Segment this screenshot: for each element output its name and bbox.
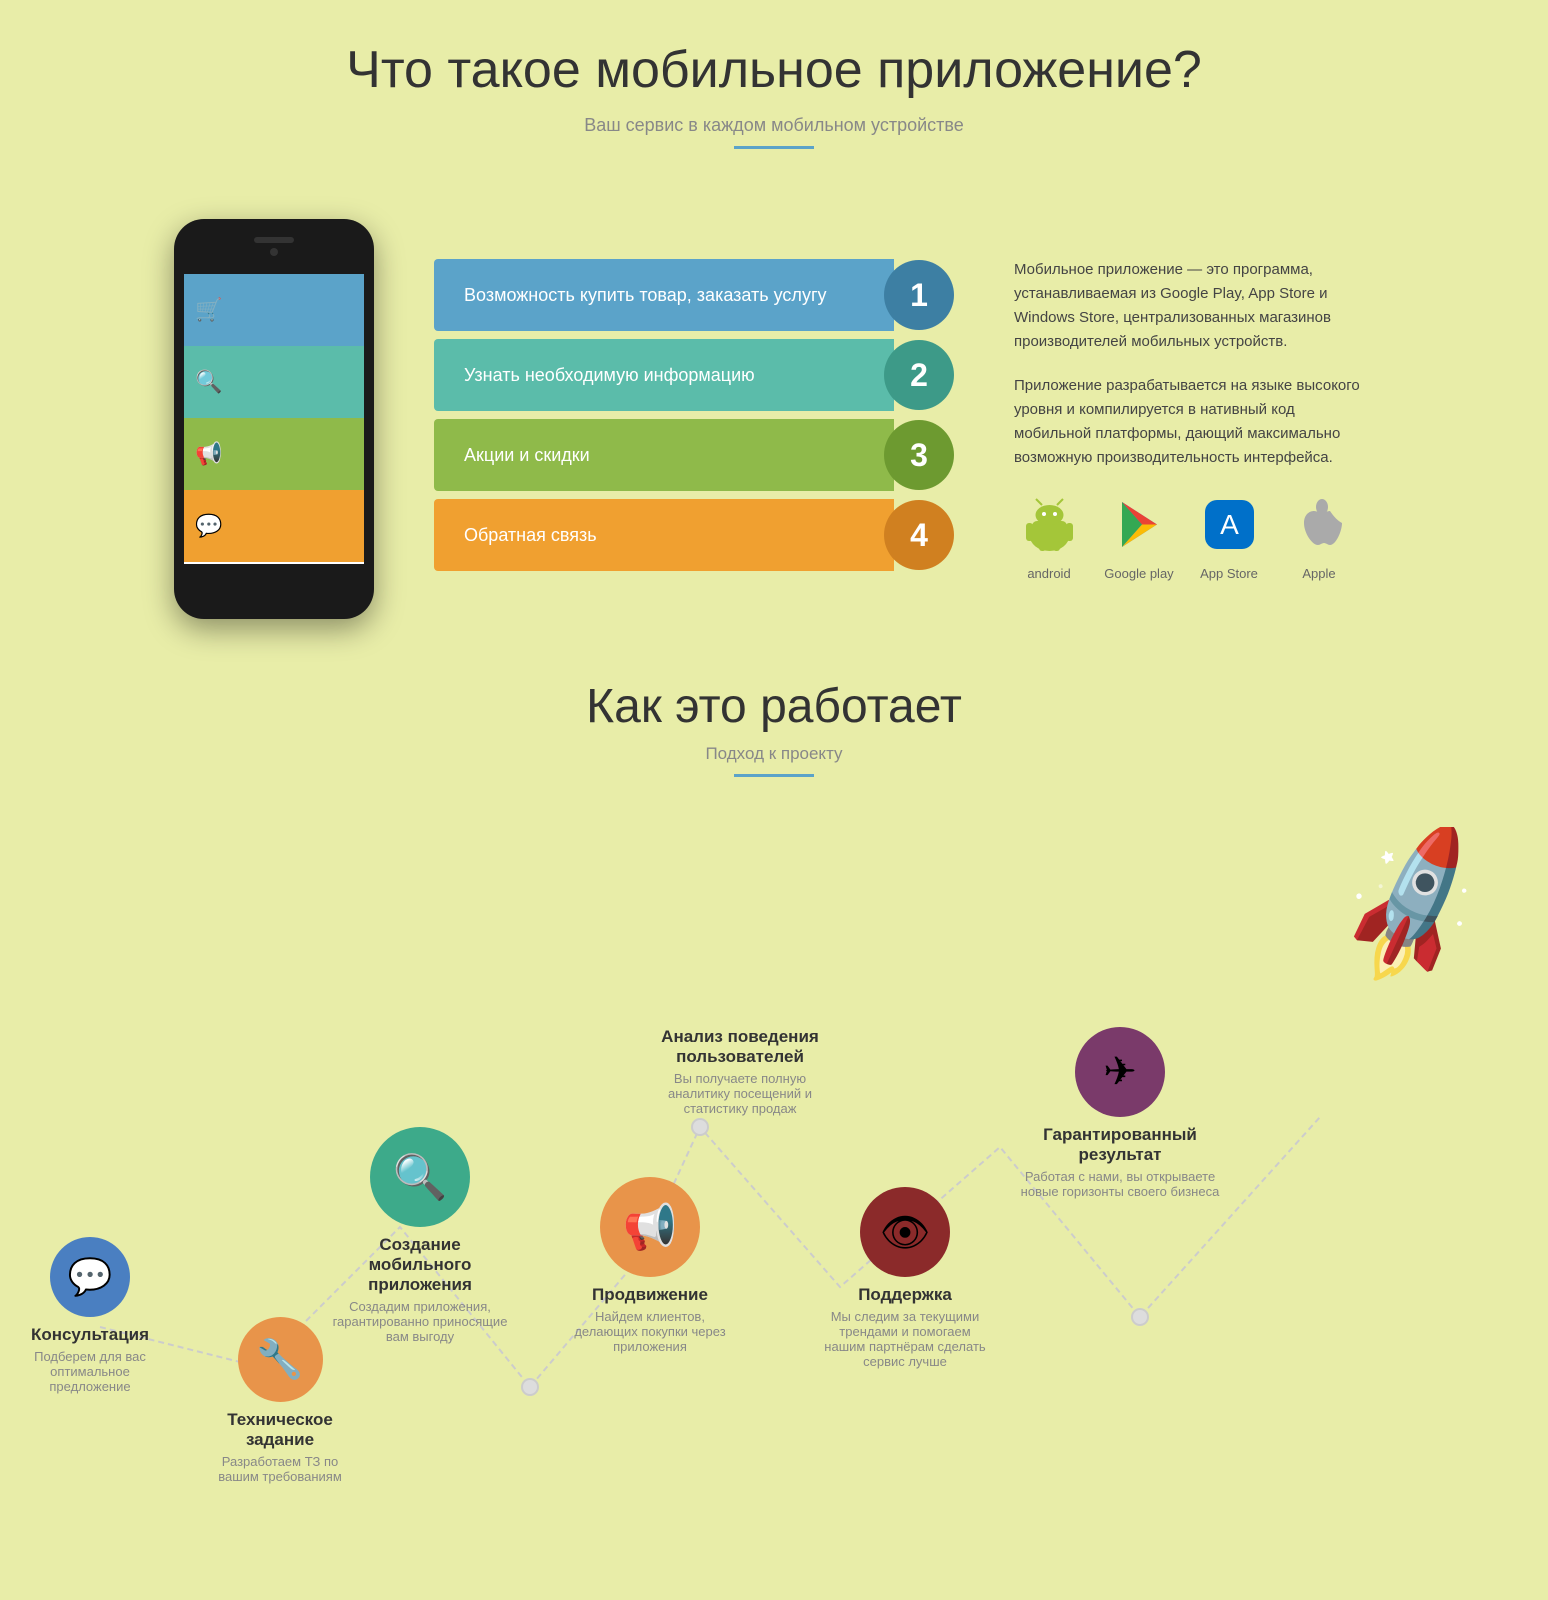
feature-row-1: Возможность купить товар, заказать услуг… bbox=[434, 259, 954, 331]
features-list: Возможность купить товар, заказать услуг… bbox=[434, 259, 954, 579]
sozdanie-circle: 🔍 bbox=[370, 1127, 470, 1227]
garantiya-desc: Работая с нами, вы открываете новые гори… bbox=[1020, 1169, 1220, 1199]
subtitle: Ваш сервис в каждом мобильном устройстве bbox=[20, 115, 1528, 136]
sozdanie-title: Создание мобильного приложения bbox=[330, 1235, 510, 1295]
feature-row-3: Акции и скидки 3 bbox=[434, 419, 954, 491]
podderzhka-desc: Мы следим за текущими трендами и помогае… bbox=[820, 1309, 990, 1369]
konsultaciya-desc: Подберем для вас оптимальное предложение bbox=[20, 1349, 160, 1394]
store-apple: Apple bbox=[1284, 490, 1354, 581]
google-play-label: Google play bbox=[1104, 566, 1173, 581]
konsultaciya-title: Консультация bbox=[31, 1325, 149, 1345]
feature-bar-1: Возможность купить товар, заказать услуг… bbox=[434, 259, 894, 331]
how-title: Как это работает bbox=[20, 679, 1528, 734]
wf-node-konsultaciya: 💬 Консультация Подберем для вас оптималь… bbox=[20, 1237, 160, 1394]
techzadanie-title: Техническое задание bbox=[200, 1410, 360, 1450]
app-store-label: App Store bbox=[1200, 566, 1258, 581]
apple-label: Apple bbox=[1302, 566, 1335, 581]
wf-node-sozdanie: 🔍 Создание мобильного приложения Создади… bbox=[330, 1127, 510, 1344]
podderzhka-circle: 👁 bbox=[860, 1187, 950, 1277]
phone-icon-feedback: 💬 bbox=[184, 490, 234, 562]
analiz-desc: Вы получаете полную аналитику посещений … bbox=[650, 1071, 830, 1116]
podderzhka-title: Поддержка bbox=[858, 1285, 952, 1305]
store-google-play: Google play bbox=[1104, 490, 1174, 581]
phone-mockup: 🛒 🔍 📢 💬 bbox=[174, 219, 374, 619]
feature-label-3: Акции и скидки bbox=[464, 445, 590, 466]
feature-label-4: Обратная связь bbox=[464, 525, 597, 546]
feature-number-1: 1 bbox=[884, 260, 954, 330]
feature-number-3: 3 bbox=[884, 420, 954, 490]
how-subtitle: Подход к проекту bbox=[20, 744, 1528, 764]
phone-row-4: 💬 bbox=[184, 490, 364, 562]
phone-row-2: 🔍 bbox=[184, 346, 364, 418]
svg-text:A: A bbox=[1220, 509, 1239, 540]
google-play-icon bbox=[1104, 490, 1174, 560]
feature-number-4: 4 bbox=[884, 500, 954, 570]
garantiya-circle: ✈ bbox=[1075, 1027, 1165, 1117]
title-divider bbox=[734, 146, 814, 149]
wf-node-garantiya: ✈ Гарантированный результат Работая с на… bbox=[1020, 1027, 1220, 1199]
analiz-title: Анализ поведения пользователей bbox=[640, 1027, 840, 1067]
store-icons: android Google play A bbox=[1014, 490, 1374, 581]
phone-row-1: 🛒 bbox=[184, 274, 364, 346]
store-app-store: A App Store bbox=[1194, 490, 1264, 581]
info-section: Мобильное приложение — это программа, ус… bbox=[1014, 258, 1374, 581]
feature-label-2: Узнать необходимую информацию bbox=[464, 365, 755, 386]
feature-bar-3: Акции и скидки bbox=[434, 419, 894, 491]
sozdanie-desc: Создадим приложения, гарантированно прин… bbox=[330, 1299, 510, 1344]
feature-label-1: Возможность купить товар, заказать услуг… bbox=[464, 285, 827, 306]
info-text-2: Приложение разрабатывается на языке высо… bbox=[1014, 374, 1374, 470]
info-text-1: Мобильное приложение — это программа, ус… bbox=[1014, 258, 1374, 354]
feature-row-4: Обратная связь 4 bbox=[434, 499, 954, 571]
phone-icon-cart: 🛒 bbox=[184, 274, 234, 346]
prodvizhenie-circle: 📢 bbox=[600, 1177, 700, 1277]
feature-bar-4: Обратная связь bbox=[434, 499, 894, 571]
techzadanie-circle: 🔧 bbox=[238, 1317, 323, 1402]
phone-icon-promo: 📢 bbox=[184, 418, 234, 490]
wf-node-prodvizhenie: 📢 Продвижение Найдем клиентов, делающих … bbox=[570, 1177, 730, 1354]
android-icon bbox=[1014, 490, 1084, 560]
app-store-icon: A bbox=[1194, 490, 1264, 560]
feature-row-2: Узнать необходимую информацию 2 bbox=[434, 339, 954, 411]
store-android: android bbox=[1014, 490, 1084, 581]
apple-icon bbox=[1284, 490, 1354, 560]
how-divider bbox=[734, 774, 814, 777]
techzadanie-desc: Разработаем ТЗ по вашим требованиям bbox=[200, 1454, 360, 1484]
android-label: android bbox=[1027, 566, 1070, 581]
phone-screen: 🛒 🔍 📢 💬 bbox=[184, 274, 364, 564]
header-section: Что такое мобильное приложение? Ваш серв… bbox=[0, 0, 1548, 199]
wf-node-analiz: Анализ поведения пользователей Вы получа… bbox=[640, 1027, 840, 1116]
workflow-diagram: 🚀 💬 Консультация Подберем для вас оптима… bbox=[0, 827, 1548, 1487]
prodvizhenie-title: Продвижение bbox=[592, 1285, 708, 1305]
phone-camera bbox=[270, 248, 278, 256]
garantiya-title: Гарантированный результат bbox=[1020, 1125, 1220, 1165]
phone-icon-search: 🔍 bbox=[184, 346, 234, 418]
phone-body: 🛒 🔍 📢 💬 bbox=[174, 219, 374, 619]
phone-row-3: 📢 bbox=[184, 418, 364, 490]
phone-speaker bbox=[254, 237, 294, 243]
wf-node-podderzhka: 👁 Поддержка Мы следим за текущими тренда… bbox=[820, 1187, 990, 1369]
phone-top-bar bbox=[174, 219, 374, 274]
feature-bar-2: Узнать необходимую информацию bbox=[434, 339, 894, 411]
main-title: Что такое мобильное приложение? bbox=[20, 40, 1528, 100]
features-section: 🛒 🔍 📢 💬 bbox=[0, 199, 1548, 639]
prodvizhenie-desc: Найдем клиентов, делающих покупки через … bbox=[570, 1309, 730, 1354]
how-section: Как это работает Подход к проекту bbox=[0, 639, 1548, 827]
konsultaciya-circle: 💬 bbox=[50, 1237, 130, 1317]
feature-number-2: 2 bbox=[884, 340, 954, 410]
